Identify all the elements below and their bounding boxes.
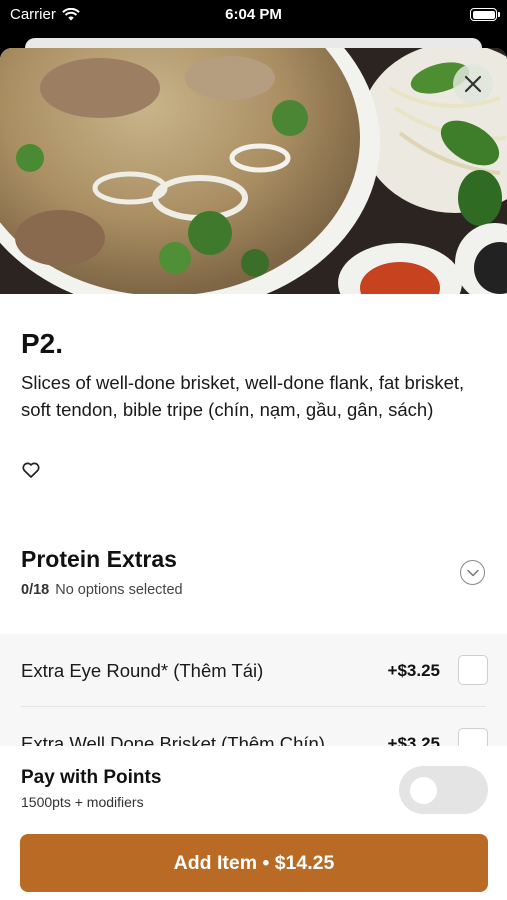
option-row[interactable]: Extra Well Done Brisket (Thêm Chín) +$3.… bbox=[0, 707, 507, 746]
toggle-knob bbox=[410, 777, 437, 804]
status-time: 6:04 PM bbox=[225, 6, 282, 23]
option-checkbox[interactable] bbox=[458, 655, 488, 685]
pay-with-points-title: Pay with Points bbox=[21, 767, 162, 788]
collapse-toggle-button[interactable] bbox=[460, 560, 485, 585]
modifier-status: No options selected bbox=[55, 582, 183, 598]
modifier-group-meta: 0/18 No options selected bbox=[21, 582, 183, 598]
modifier-group-title: Protein Extras bbox=[21, 546, 177, 572]
heart-outline-icon[interactable] bbox=[21, 460, 41, 480]
checkout-footer: Pay with Points 1500pts + modifiers Add … bbox=[0, 746, 507, 900]
status-bar: Carrier 6:04 PM bbox=[0, 0, 507, 28]
item-detail-sheet: P2. Slices of well-done brisket, well-do… bbox=[0, 48, 507, 900]
option-price: +$3.25 bbox=[387, 661, 440, 680]
option-row[interactable]: Extra Eye Round* (Thêm Tái) +$3.25 bbox=[0, 634, 507, 707]
battery-icon bbox=[470, 8, 500, 21]
item-description: Slices of well-done brisket, well-done f… bbox=[21, 372, 465, 420]
option-price: +$3.25 bbox=[387, 734, 440, 746]
pay-with-points-subtitle: 1500pts + modifiers bbox=[21, 794, 144, 810]
option-checkbox[interactable] bbox=[458, 728, 488, 746]
item-title: P2. bbox=[21, 328, 64, 359]
chevron-down-icon bbox=[466, 569, 479, 576]
close-icon bbox=[464, 75, 482, 93]
options-list: Extra Eye Round* (Thêm Tái) +$3.25 Extra… bbox=[0, 634, 507, 746]
option-label: Extra Well Done Brisket (Thêm Chín) bbox=[21, 733, 325, 746]
add-item-button[interactable]: Add Item • $14.25 bbox=[20, 834, 488, 892]
modifier-count: 0/18 bbox=[21, 582, 50, 598]
item-photo bbox=[0, 48, 507, 294]
pay-with-points-toggle[interactable] bbox=[399, 766, 488, 814]
option-label: Extra Eye Round* (Thêm Tái) bbox=[21, 660, 264, 681]
close-button[interactable] bbox=[453, 64, 493, 104]
pho-photo-illustration bbox=[0, 48, 507, 294]
